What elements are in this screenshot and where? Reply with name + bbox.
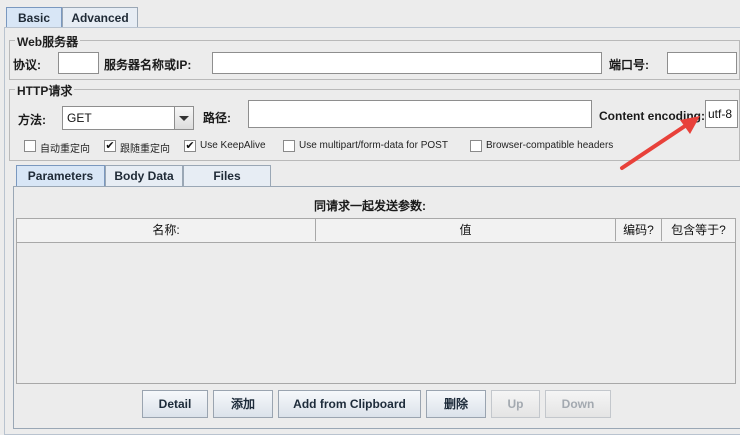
tab-advanced[interactable]: Advanced bbox=[62, 7, 138, 27]
column-name[interactable]: 名称: bbox=[17, 219, 316, 241]
protocol-label: 协议: bbox=[13, 58, 41, 72]
web-server-legend: Web服务器 bbox=[15, 33, 81, 50]
up-button[interactable]: Up bbox=[491, 390, 540, 418]
tab-body-data[interactable]: Body Data bbox=[105, 165, 183, 186]
tab-files-upload[interactable]: Files Upload bbox=[183, 165, 271, 203]
add-from-clipboard-button[interactable]: Add from Clipboard bbox=[278, 390, 421, 418]
server-field[interactable] bbox=[212, 52, 602, 74]
column-value[interactable]: 值 bbox=[316, 219, 616, 241]
protocol-field[interactable] bbox=[58, 52, 99, 74]
multipart-label: Use multipart/form-data for POST bbox=[299, 140, 448, 151]
port-label: 端口号: bbox=[609, 58, 649, 72]
auto-redirect-label: 自动重定向 bbox=[40, 144, 90, 155]
browser-headers-checkbox[interactable] bbox=[470, 140, 482, 152]
method-value: GET bbox=[67, 111, 92, 125]
keepalive-checkbox[interactable]: ✔ bbox=[184, 140, 196, 152]
detail-button[interactable]: Detail bbox=[142, 390, 208, 418]
http-request-legend: HTTP请求 bbox=[15, 82, 75, 99]
params-table: 名称: 值 编码? 包含等于? bbox=[16, 218, 736, 384]
path-field[interactable] bbox=[248, 100, 592, 128]
params-title: 同请求一起发送参数: bbox=[314, 199, 426, 213]
multipart-checkbox[interactable] bbox=[283, 140, 295, 152]
auto-redirect-checkbox[interactable] bbox=[24, 140, 36, 152]
method-select[interactable]: GET bbox=[62, 106, 194, 130]
column-include-equals[interactable]: 包含等于? bbox=[662, 219, 735, 241]
annotation-arrow-icon bbox=[620, 116, 700, 170]
column-encode[interactable]: 编码? bbox=[616, 219, 662, 241]
server-label: 服务器名称或IP: bbox=[104, 58, 192, 72]
method-label: 方法: bbox=[18, 113, 46, 127]
follow-redirect-checkbox[interactable]: ✔ bbox=[104, 140, 116, 152]
follow-redirect-label: 跟随重定向 bbox=[120, 144, 170, 155]
browser-headers-label: Browser-compatible headers bbox=[486, 140, 614, 151]
delete-button[interactable]: 删除 bbox=[426, 390, 486, 418]
chevron-down-icon[interactable] bbox=[174, 107, 193, 129]
add-button[interactable]: 添加 bbox=[213, 390, 273, 418]
table-header: 名称: 值 编码? 包含等于? bbox=[17, 219, 735, 243]
tab-parameters[interactable]: Parameters bbox=[16, 165, 105, 187]
port-field[interactable] bbox=[667, 52, 737, 74]
path-label: 路径: bbox=[203, 111, 231, 125]
down-button[interactable]: Down bbox=[545, 390, 611, 418]
keepalive-label: Use KeepAlive bbox=[200, 140, 266, 151]
tab-basic[interactable]: Basic bbox=[6, 7, 62, 27]
